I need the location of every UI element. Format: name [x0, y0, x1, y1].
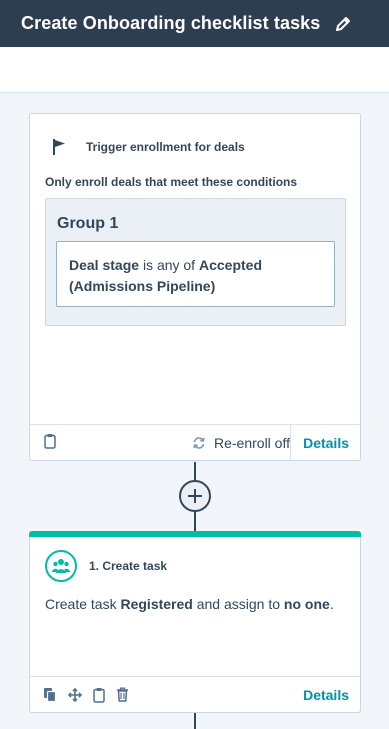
condition-property: Deal stage [69, 257, 140, 273]
flag-icon [52, 138, 68, 156]
trash-icon[interactable] [116, 687, 129, 702]
connector-line [194, 713, 196, 729]
assignee: no one [283, 596, 330, 612]
trigger-card[interactable]: Trigger enrollment for deals Only enroll… [29, 113, 361, 461]
users-icon [45, 550, 77, 582]
trigger-header: Trigger enrollment for deals [52, 138, 245, 156]
action-card[interactable]: 1. Create task Create task Registered an… [29, 531, 361, 713]
reenroll-toggle[interactable]: Re-enroll off [192, 425, 290, 460]
condition-group: Group 1 Deal stage is any of Accepted (A… [45, 198, 346, 326]
desc-suffix: . [329, 596, 334, 612]
footer-divider [290, 425, 291, 460]
top-header: Create Onboarding checklist tasks [0, 0, 389, 47]
plus-icon [187, 488, 203, 504]
desc-middle: and assign to [196, 596, 281, 612]
connector-line [194, 462, 196, 480]
action-description: Create task Registered and assign to no … [45, 596, 334, 612]
action-accent-bar [29, 531, 361, 537]
conditions-label: Only enroll deals that meet these condit… [45, 175, 298, 189]
group-title: Group 1 [57, 215, 119, 232]
clipboard-icon[interactable] [44, 433, 56, 449]
workflow-title: Create Onboarding checklist tasks [21, 13, 321, 33]
condition-operator: is any of [142, 257, 196, 273]
connector-line [194, 512, 196, 531]
action-details-link[interactable]: Details [303, 677, 349, 712]
copy-icon[interactable] [43, 687, 57, 703]
add-action-button[interactable] [179, 480, 211, 512]
condition-filter[interactable]: Deal stage is any of Accepted (Admission… [56, 241, 335, 307]
action-title: 1. Create task [89, 559, 168, 573]
trigger-label: Trigger enrollment for deals [86, 140, 245, 154]
trigger-footer: Re-enroll off Details [30, 424, 360, 460]
task-name: Registered [120, 596, 193, 612]
refresh-icon [192, 436, 206, 450]
trigger-details-link[interactable]: Details [303, 425, 349, 460]
toolbar-area [0, 47, 389, 93]
clipboard-icon[interactable] [93, 687, 105, 703]
move-icon[interactable] [68, 687, 82, 702]
reenroll-label: Re-enroll off [213, 434, 290, 451]
desc-prefix: Create task [45, 596, 117, 612]
action-footer: Details [30, 676, 360, 712]
pencil-icon[interactable] [334, 15, 352, 33]
